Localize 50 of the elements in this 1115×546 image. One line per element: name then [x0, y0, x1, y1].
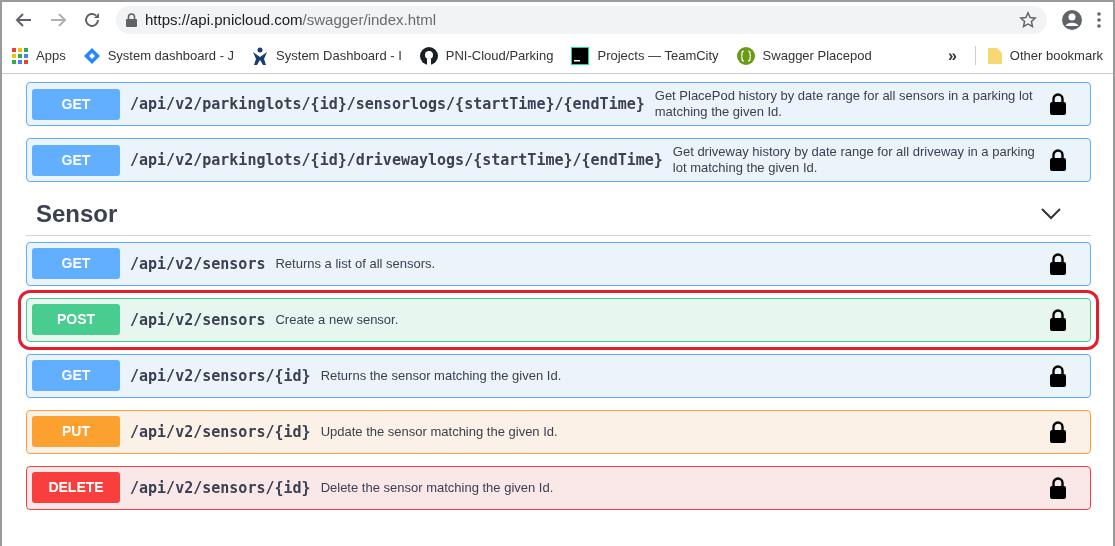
profile-icon[interactable] — [1061, 9, 1083, 31]
operation-row[interactable]: DELETE /api/v2/sensors/{id} Delete the sensor matching the given Id. — [26, 465, 1091, 510]
lock-icon[interactable] — [1049, 364, 1067, 387]
endpoint-summary: Create a new sensor. — [275, 312, 400, 328]
lock-icon[interactable] — [1049, 420, 1067, 443]
lock-icon[interactable] — [1049, 93, 1067, 115]
bookmark[interactable]: System dashboard - J — [83, 45, 235, 66]
star-icon[interactable] — [1019, 11, 1037, 29]
endpoint-path: /api/v2/sensors/{id} — [129, 365, 312, 387]
diamond-icon — [83, 47, 100, 64]
endpoint-summary: Delete the sensor matching the given Id. — [320, 480, 555, 496]
endpoint-path: /api/v2/parkinglots/{id}/drivewaylogs/{startTime}/{endTime} — [129, 149, 664, 171]
lock-icon[interactable] — [1049, 252, 1067, 275]
reload-icon[interactable] — [82, 10, 102, 30]
bookmark[interactable]: Swagger Placepod — [736, 45, 872, 66]
operation-row[interactable]: PUT /api/v2/sensors/{id} Update the sensor matching the given Id. — [26, 409, 1091, 454]
operation-row[interactable]: GET /api/v2/parkinglots/{id}/drivewaylogs/{startTime}/{endTime} Get driveway history by date range for all driveway in a parking lot matching the given Id. — [26, 138, 1091, 182]
bookmark[interactable]: System Dashboard - I — [252, 45, 402, 66]
endpoint-path: /api/v2/sensors — [129, 253, 267, 275]
endpoint-path: /api/v2/sensors/{id} — [129, 477, 312, 499]
bookmark[interactable]: Other bookmark — [974, 45, 1103, 66]
bookmark[interactable]: Projects — TeamCity — [571, 45, 719, 66]
lock-icon[interactable] — [1049, 308, 1067, 331]
chevron-icon[interactable] — [1041, 208, 1061, 221]
section-title[interactable]: Sensor — [36, 200, 118, 229]
lock-icon[interactable] — [1049, 476, 1067, 499]
operation-row[interactable]: GET /api/v2/parkinglots/{id}/sensorlogs/{startTime}/{endTime} Get PlacePod history by date range for all sensors in a parking lot matching the given Id. — [26, 82, 1091, 126]
endpoint-path: /api/v2/parkinglots/{id}/sensorlogs/{startTime}/{endTime} — [129, 93, 646, 115]
lock-icon — [126, 13, 137, 27]
apps-grid-icon — [12, 47, 28, 64]
endpoint-summary: Returns the sensor matching the given Id. — [320, 368, 563, 384]
bookmark[interactable]: PNI-Cloud/Parking — [419, 45, 554, 66]
endpoint-summary: Returns a list of all sensors. — [275, 256, 437, 272]
address-bar[interactable]: https://api.pnicloud.com/swagger/index.html — [116, 6, 1047, 34]
endpoint-path: /api/v2/sensors/{id} — [129, 421, 312, 443]
menu-icon[interactable] — [1097, 11, 1101, 29]
operation-row[interactable]: GET /api/v2/sensors/{id} Returns the sensor matching the given Id. — [26, 353, 1091, 398]
figure-icon — [252, 46, 269, 65]
method-badge[interactable]: DELETE — [32, 472, 120, 504]
bookmark[interactable]: Apps — [12, 45, 66, 66]
tc-logo-icon — [571, 46, 590, 65]
lock-icon[interactable] — [1049, 149, 1067, 171]
operation-row[interactable]: GET /api/v2/sensors Returns a list of all sensors. — [26, 241, 1091, 286]
endpoint-path: /api/v2/sensors — [129, 309, 267, 331]
endpoint-summary: Get driveway history by date range for all driveway in a parking lot matching the given Id. — [672, 144, 1036, 176]
endpoint-summary: Update the sensor matching the given Id. — [320, 424, 559, 440]
swagger-logo-icon — [736, 46, 755, 65]
folder-icon — [987, 47, 1002, 64]
more-bookmarks[interactable]: » — [947, 43, 957, 68]
endpoint-summary: Get PlacePod history by date range for all sensors in a parking lot matching the given Id. — [654, 88, 1034, 120]
